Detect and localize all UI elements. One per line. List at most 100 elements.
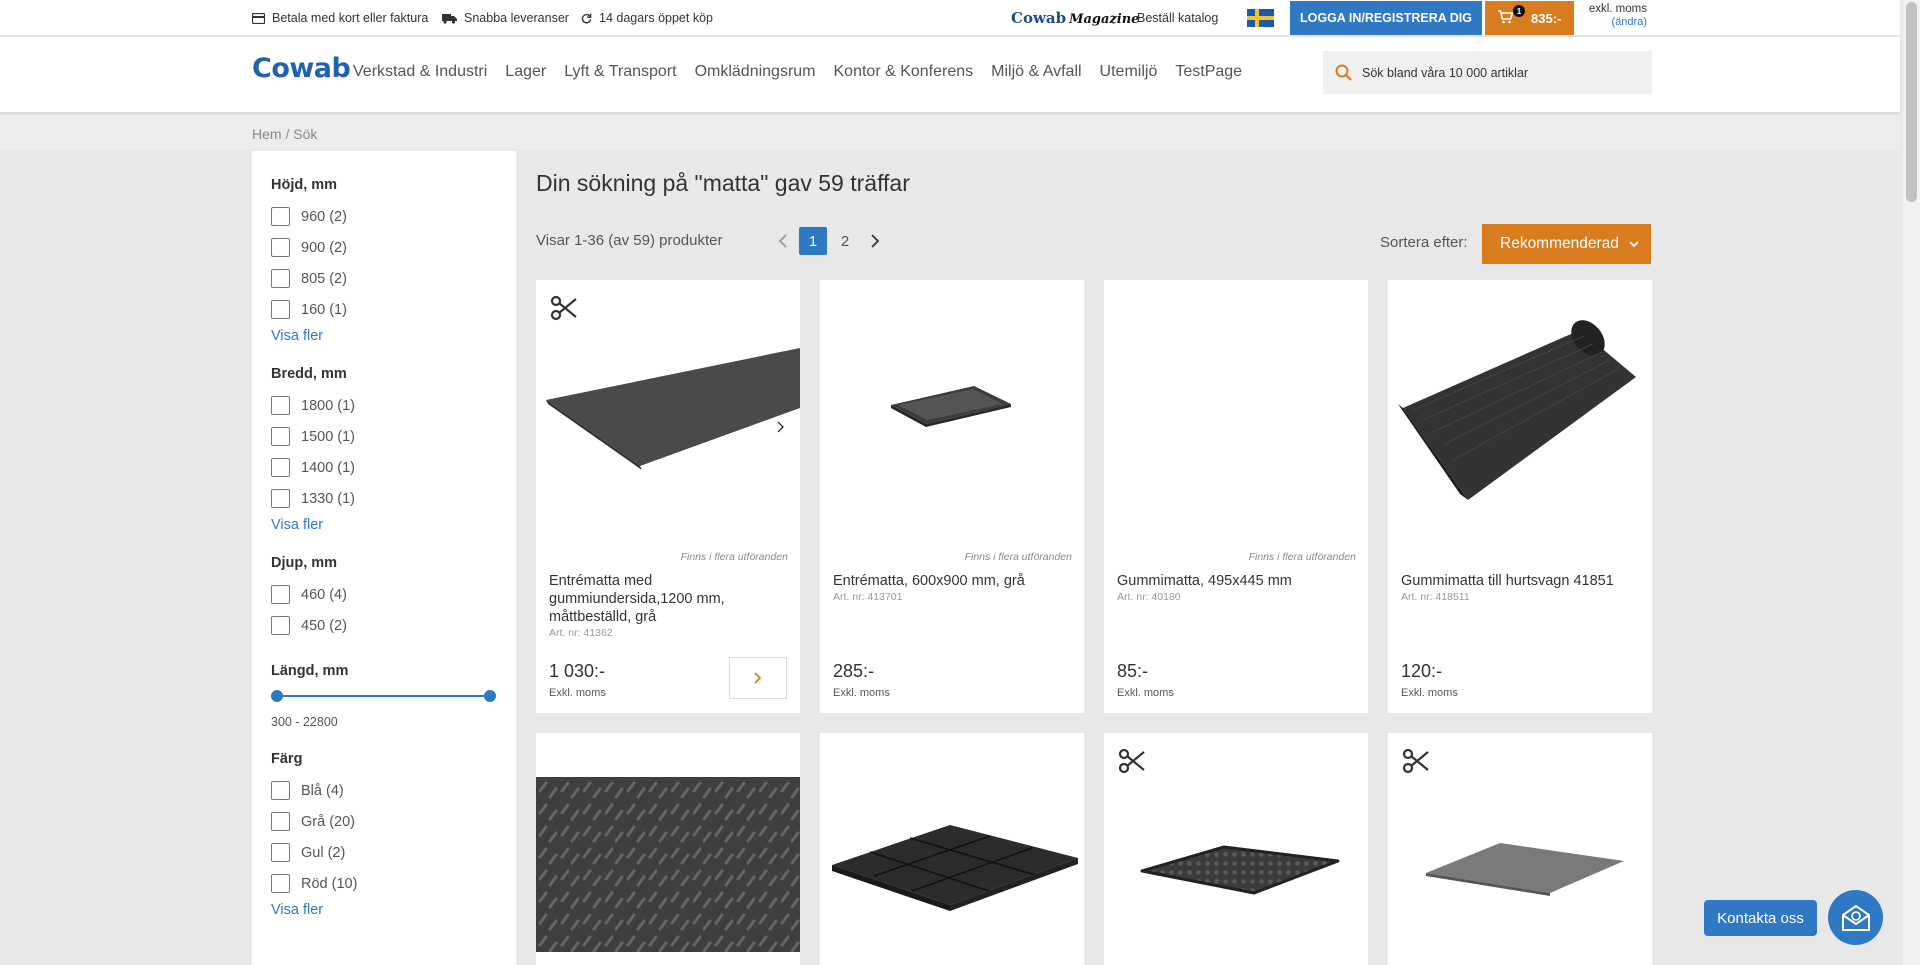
- range-value: 300 - 22800: [271, 715, 338, 729]
- product-name[interactable]: Entrématta med gummiundersida,1200 mm, m…: [549, 572, 784, 641]
- product-image[interactable]: [1388, 280, 1652, 540]
- product-card[interactable]: Gummimatta till hurtsvagn 41851 Art. nr:…: [1388, 280, 1652, 713]
- magazine-link[interactable]: Cowab Magazine: [1011, 9, 1139, 27]
- cart-total: 835:-: [1531, 10, 1562, 26]
- filter-sidebar: Höjd, mm 960 (2) 900 (2) 805 (2) 160 (1)…: [252, 151, 516, 965]
- product-image[interactable]: [1104, 280, 1368, 540]
- price-vat-note: Exkl. moms: [1401, 687, 1458, 699]
- nav-verkstad-industri[interactable]: Verkstad & Industri: [353, 63, 487, 81]
- show-more-link[interactable]: Visa fler: [271, 328, 516, 344]
- main-header: Cowab Verkstad & Industri Lager Lyft & T…: [0, 37, 1900, 112]
- article-number: Art. nr: 40180: [1117, 591, 1181, 603]
- filter-option[interactable]: 460 (4): [271, 579, 516, 610]
- nav-testpage[interactable]: TestPage: [1175, 63, 1242, 81]
- filter-option[interactable]: Blå (4): [271, 775, 516, 806]
- product-name[interactable]: Gummimatta, 495x445 mm Art. nr: 40180: [1117, 572, 1352, 605]
- product-image[interactable]: [536, 733, 800, 965]
- filter-option[interactable]: Grå (20): [271, 806, 516, 837]
- checkbox[interactable]: [271, 458, 290, 477]
- filter-option[interactable]: Gul (2): [271, 837, 516, 868]
- filter-option[interactable]: 160 (1): [271, 294, 516, 325]
- prev-page-icon[interactable]: [769, 227, 797, 255]
- show-more-link[interactable]: Visa fler: [271, 517, 516, 533]
- nav-miljo-avfall[interactable]: Miljö & Avfall: [991, 63, 1081, 81]
- card-icon: [252, 12, 265, 24]
- checkbox[interactable]: [271, 812, 290, 831]
- results-title: Din sökning på "matta" gav 59 träffar: [536, 170, 910, 196]
- product-image[interactable]: [820, 280, 1084, 540]
- swedish-flag-icon[interactable]: [1247, 9, 1274, 27]
- filter-option[interactable]: 1800 (1): [271, 390, 516, 421]
- cowab-logo[interactable]: Cowab: [252, 53, 351, 84]
- nav-kontor-konferens[interactable]: Kontor & Konferens: [834, 63, 974, 81]
- filter-option[interactable]: Röd (10): [271, 868, 516, 899]
- filter-option[interactable]: 450 (2): [271, 610, 516, 641]
- variants-note: Finns i flera utföranden: [680, 551, 788, 563]
- show-more-link[interactable]: Visa fler: [271, 902, 516, 918]
- product-card[interactable]: [820, 733, 1084, 965]
- filter-option[interactable]: 960 (2): [271, 201, 516, 232]
- search-icon[interactable]: [1335, 64, 1352, 81]
- product-price: 285:-: [833, 661, 875, 681]
- checkbox[interactable]: [271, 874, 290, 893]
- login-register-button[interactable]: LOGGA IN/REGISTRERA DIG: [1290, 1, 1482, 35]
- filter-option[interactable]: 1330 (1): [271, 483, 516, 514]
- next-page-icon[interactable]: [861, 227, 889, 255]
- go-to-product-button[interactable]: [729, 657, 787, 699]
- product-name[interactable]: Gummimatta till hurtsvagn 41851 Art. nr:…: [1401, 572, 1636, 605]
- slider-min-handle[interactable]: [271, 690, 283, 702]
- product-card[interactable]: [536, 733, 800, 965]
- nav-lyft-transport[interactable]: Lyft & Transport: [564, 63, 676, 81]
- filter-title: Bredd, mm: [271, 366, 347, 382]
- scrollbar-thumb[interactable]: [1906, 2, 1917, 202]
- search-input[interactable]: Sök bland våra 10 000 artiklar: [1323, 51, 1652, 94]
- checkbox[interactable]: [271, 300, 290, 319]
- filter-title: Höjd, mm: [271, 177, 338, 193]
- filter-option[interactable]: 1400 (1): [271, 452, 516, 483]
- checkbox[interactable]: [271, 781, 290, 800]
- vat-change-link[interactable]: (ändra): [1585, 16, 1647, 29]
- breadcrumb[interactable]: Hem / Sök: [252, 126, 317, 142]
- checkbox[interactable]: [271, 207, 290, 226]
- nav-omkladningsrum[interactable]: Omklädningsrum: [695, 63, 816, 81]
- product-card[interactable]: [1388, 733, 1652, 965]
- checkbox[interactable]: [271, 489, 290, 508]
- main-nav: Verkstad & Industri Lager Lyft & Transpo…: [353, 63, 1260, 81]
- product-card[interactable]: [1104, 733, 1368, 965]
- checkbox[interactable]: [271, 396, 290, 415]
- nav-utemiljo[interactable]: Utemiljö: [1100, 63, 1158, 81]
- product-name[interactable]: Entrématta, 600x900 mm, grå Art. nr: 413…: [833, 572, 1068, 605]
- filter-option[interactable]: 900 (2): [271, 232, 516, 263]
- order-catalog-link[interactable]: Beställ katalog: [1137, 11, 1218, 25]
- page-scrollbar[interactable]: [1903, 0, 1920, 965]
- price-vat-note: Exkl. moms: [1117, 687, 1174, 699]
- vat-toggle[interactable]: exkl. moms (ändra): [1585, 3, 1647, 29]
- product-card[interactable]: Finns i flera utföranden Entrématta, 600…: [820, 280, 1084, 713]
- length-range-slider[interactable]: [271, 687, 496, 707]
- cart-icon: [1498, 9, 1514, 27]
- product-price: 85:-: [1117, 661, 1149, 681]
- filter-option[interactable]: 1500 (1): [271, 421, 516, 452]
- checkbox[interactable]: [271, 585, 290, 604]
- product-price: 120:-: [1401, 661, 1443, 681]
- filter-option[interactable]: 805 (2): [271, 263, 516, 294]
- slider-max-handle[interactable]: [484, 690, 496, 702]
- checkbox[interactable]: [271, 616, 290, 635]
- page-1-button[interactable]: 1: [799, 227, 827, 255]
- price-vat-note: Exkl. moms: [833, 687, 890, 699]
- mail-icon[interactable]: [1828, 890, 1883, 945]
- product-card[interactable]: Finns i flera utföranden Gummimatta, 495…: [1104, 280, 1368, 713]
- contact-us-button[interactable]: Kontakta oss: [1704, 900, 1817, 936]
- product-image[interactable]: [820, 733, 1084, 965]
- nav-lager[interactable]: Lager: [505, 63, 546, 81]
- product-card[interactable]: Finns i flera utföranden Entrématta med …: [536, 280, 800, 713]
- article-number: Art. nr: 41362: [549, 627, 613, 639]
- filter-langd: Längd, mm 300 - 22800: [271, 663, 516, 729]
- checkbox[interactable]: [271, 843, 290, 862]
- page-2-button[interactable]: 2: [831, 227, 859, 255]
- sort-dropdown[interactable]: Rekommenderad: [1482, 224, 1651, 264]
- checkbox[interactable]: [271, 238, 290, 257]
- cart-button[interactable]: 1 835:-: [1485, 1, 1574, 35]
- checkbox[interactable]: [271, 269, 290, 288]
- checkbox[interactable]: [271, 427, 290, 446]
